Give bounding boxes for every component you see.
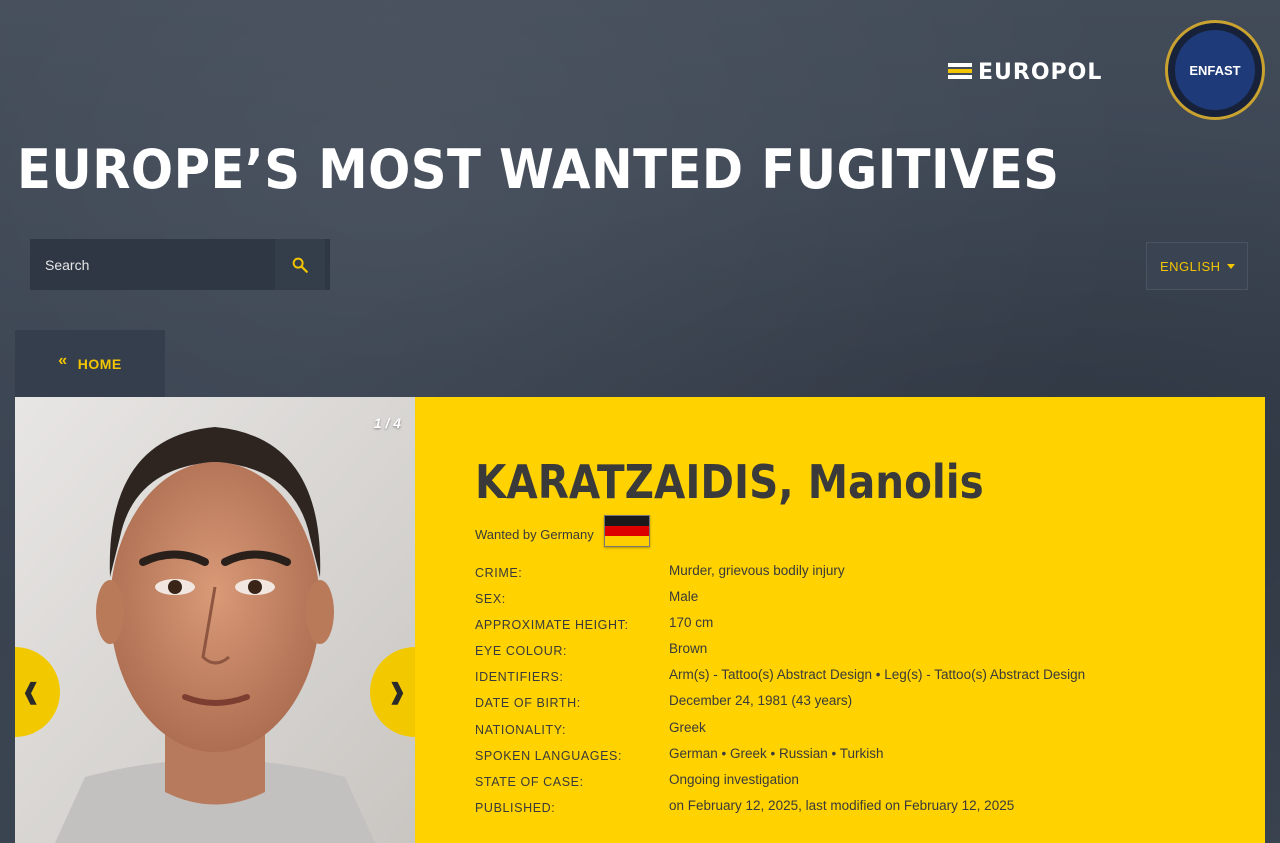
fugitive-name: KARATZAIDIS, Manolis [475,455,984,509]
detail-value: Ongoing investigation [669,771,799,787]
detail-label: STATE OF CASE: [475,774,584,789]
fugitive-photo [15,397,415,843]
detail-label: NATIONALITY: [475,722,567,737]
fugitive-details: CRIME: Murder, grievous bodily injury SE… [475,563,1085,824]
detail-value: Arm(s) - Tattoo(s) Abstract Design • Leg… [669,667,1086,683]
enfast-badge-text: ENFAST [1175,30,1255,110]
detail-value: 170 cm [669,615,714,631]
detail-row-height: APPROXIMATE HEIGHT: 170 cm [475,615,1085,641]
europol-logo-text: EUROPOL [978,59,1103,85]
gallery-counter: 1 / 4 [373,415,401,431]
detail-label: EYE COLOUR: [475,644,568,659]
search-input[interactable] [30,239,275,290]
language-selected-label: ENGLISH [1160,258,1221,274]
flag-stripe [605,526,649,536]
germany-flag-icon [604,515,650,547]
detail-value: Greek [669,719,706,735]
detail-value: Brown [669,641,708,657]
detail-row-nationality: NATIONALITY: Greek [475,720,1085,746]
search-bar [30,239,330,290]
enfast-badge[interactable]: ENFAST [1165,20,1265,120]
detail-value: Male [669,589,699,605]
detail-value: on February 12, 2025, last modified on F… [669,797,1015,813]
europol-mark-icon [948,63,972,81]
wanted-by-text: Wanted by Germany [475,527,594,542]
detail-label: SEX: [475,592,506,607]
detail-row-spoken-languages: SPOKEN LANGUAGES: German • Greek • Russi… [475,746,1085,772]
detail-value: Murder, grievous bodily injury [669,563,845,578]
detail-label: IDENTIFIERS: [475,670,564,685]
detail-row-identifiers: IDENTIFIERS: Arm(s) - Tattoo(s) Abstract… [475,667,1085,693]
detail-label: SPOKEN LANGUAGES: [475,748,623,763]
detail-row-state-of-case: STATE OF CASE: Ongoing investigation [475,772,1085,798]
detail-row-crime: CRIME: Murder, grievous bodily injury [475,563,1085,589]
detail-value: German • Greek • Russian • Turkish [669,745,884,761]
flag-stripe [605,536,649,546]
detail-label: APPROXIMATE HEIGHT: [475,618,629,633]
europol-logo[interactable]: EUROPOL [948,59,1103,85]
home-button[interactable]: « HOME [15,330,165,397]
flag-stripe [605,516,649,526]
detail-label: CRIME: [475,566,523,580]
home-label: HOME [77,355,122,372]
detail-row-eye-colour: EYE COLOUR: Brown [475,641,1085,667]
fugitive-photo-gallery: 1 / 4 ❰ ❱ [15,397,415,843]
detail-label: DATE OF BIRTH: [475,696,581,711]
detail-label: PUBLISHED: [475,800,556,815]
chevron-left-icon: ❰ [21,679,40,704]
search-icon [292,257,308,273]
wanted-by: Wanted by Germany [475,515,650,547]
search-button[interactable] [275,239,325,290]
language-select[interactable]: ENGLISH [1146,242,1248,290]
chevron-down-icon [1227,264,1235,269]
detail-row-date-of-birth: DATE OF BIRTH: December 24, 1981 (43 yea… [475,693,1085,719]
fugitive-info-panel: KARATZAIDIS, Manolis Wanted by Germany C… [415,397,1265,843]
detail-row-sex: SEX: Male [475,589,1085,615]
detail-row-published: PUBLISHED: on February 12, 2025, last mo… [475,798,1085,824]
double-chevron-left-icon: « [58,351,68,369]
chevron-right-icon: ❱ [388,679,407,704]
page-title: EUROPE’S MOST WANTED FUGITIVES [17,138,1060,201]
detail-value: December 24, 1981 (43 years) [669,693,853,709]
